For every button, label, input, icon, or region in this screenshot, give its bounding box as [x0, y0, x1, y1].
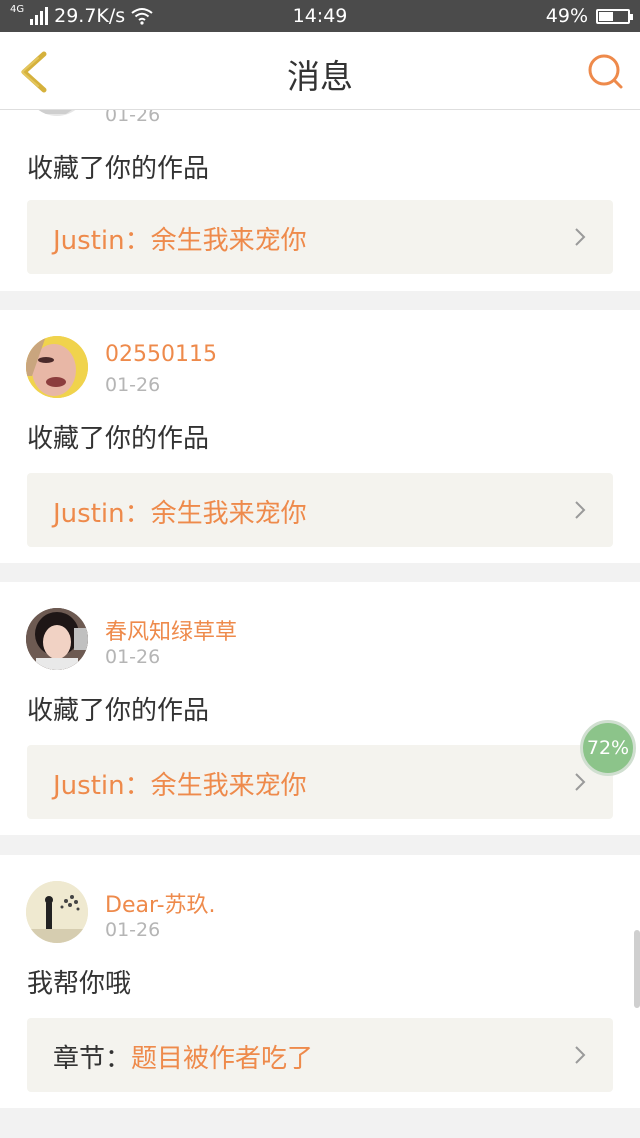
page-title: 消息 [287, 57, 353, 96]
message-card: Dear-苏玖. 01-26 我帮你哦 章节：题目被作者吃了 [0, 855, 640, 1108]
message-card: 01-26 收藏了你的作品 Justin：余生我来宠你 [0, 110, 640, 291]
work-reference-text: Justin：余生我来宠你 [53, 220, 307, 257]
message-card: 02550115 01-26 收藏了你的作品 Justin：余生我来宠你 [0, 310, 640, 563]
message-action: 我帮你哦 [27, 969, 132, 999]
clock: 14:49 [292, 5, 348, 27]
work-reference[interactable]: Justin：余生我来宠你 [27, 745, 613, 819]
avatar[interactable] [26, 881, 88, 943]
battery-icon [596, 8, 633, 24]
message-date: 01-26 [105, 110, 161, 126]
floating-progress-badge[interactable]: 72% [580, 720, 636, 776]
reference-title: 题目被作者吃了 [131, 1044, 314, 1074]
chevron-right-icon [575, 1046, 586, 1064]
reference-title: Justin：余生我来宠你 [53, 226, 307, 256]
work-reference-text: Justin：余生我来宠你 [53, 493, 307, 530]
scrollbar[interactable] [634, 930, 640, 1008]
username[interactable]: 02550115 [105, 342, 217, 367]
navigation-bar: 消息 [0, 32, 640, 110]
message-action: 收藏了你的作品 [27, 154, 210, 184]
search-icon[interactable] [586, 52, 626, 92]
work-reference[interactable]: Justin：余生我来宠你 [27, 473, 613, 547]
avatar[interactable] [26, 608, 88, 670]
chapter-reference-text: 章节：题目被作者吃了 [53, 1038, 313, 1075]
message-date: 01-26 [105, 919, 161, 941]
message-action: 收藏了你的作品 [27, 424, 210, 454]
status-bar: 4G 29.7K/s 14:49 49% [0, 0, 640, 32]
message-date: 01-26 [105, 374, 161, 396]
message-card: 春风知绿草草 01-26 收藏了你的作品 Justin：余生我来宠你 [0, 582, 640, 835]
username[interactable]: 春风知绿草草 [105, 614, 237, 646]
reference-title: Justin：余生我来宠你 [53, 499, 307, 529]
battery-percent: 49% [545, 5, 588, 27]
work-reference-text: Justin：余生我来宠你 [53, 765, 307, 802]
message-action: 收藏了你的作品 [27, 696, 210, 726]
chevron-right-icon [575, 501, 586, 519]
avatar[interactable] [26, 336, 88, 398]
work-reference[interactable]: Justin：余生我来宠你 [27, 200, 613, 274]
reference-prefix: 章节： [53, 1044, 132, 1074]
message-list[interactable]: 01-26 收藏了你的作品 Justin：余生我来宠你 02550115 01-… [0, 110, 640, 1138]
chapter-reference[interactable]: 章节：题目被作者吃了 [27, 1018, 613, 1092]
message-date: 01-26 [105, 646, 161, 668]
reference-title: Justin：余生我来宠你 [53, 771, 307, 801]
chevron-right-icon [575, 228, 586, 246]
username[interactable]: Dear-苏玖. [105, 887, 216, 919]
battery-fill [599, 11, 613, 21]
status-right: 49% [545, 5, 633, 27]
chevron-right-icon [575, 773, 586, 791]
avatar[interactable] [26, 110, 88, 116]
